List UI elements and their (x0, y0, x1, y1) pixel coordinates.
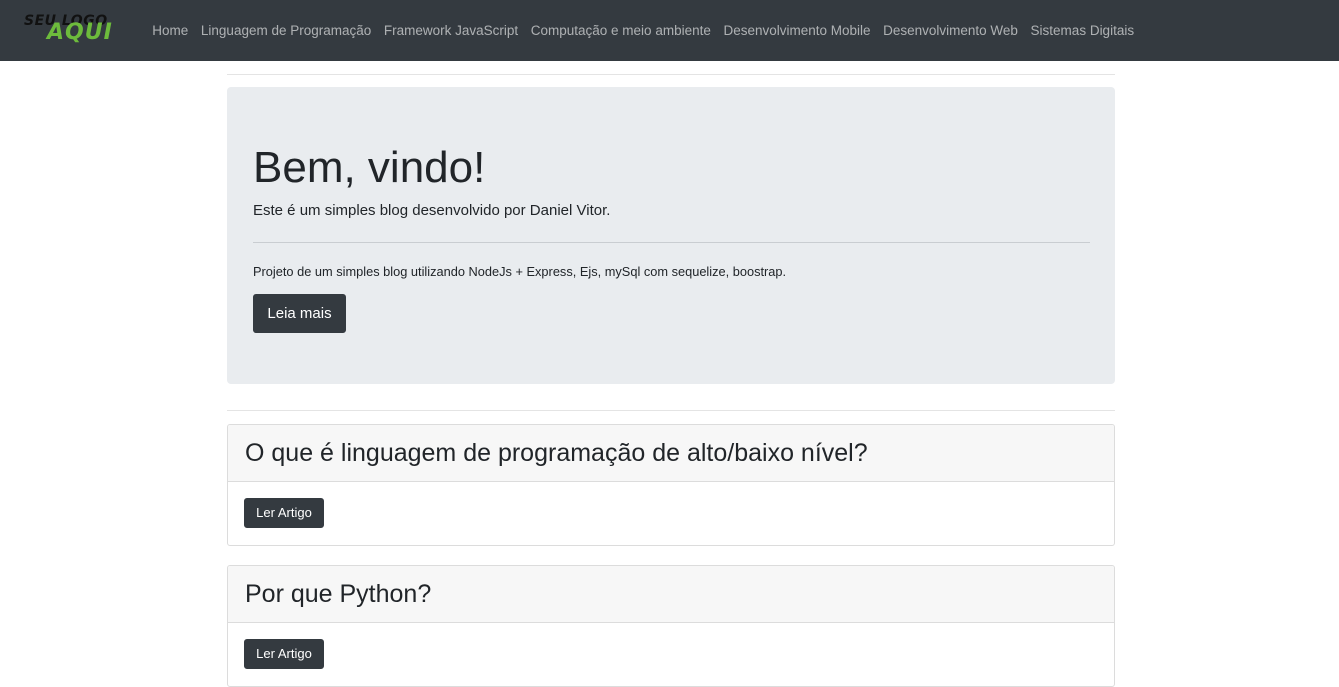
nav-link-sistemas-digitais[interactable]: Sistemas Digitais (1024, 23, 1140, 38)
top-divider (227, 74, 1115, 75)
logo-line-2: AQUI (47, 20, 113, 45)
article-title: Por que Python? (245, 579, 432, 608)
section-divider (227, 410, 1115, 411)
nav-link-computacao-meio-ambiente[interactable]: Computação e meio ambiente (524, 23, 717, 38)
nav-link-home[interactable]: Home (146, 23, 195, 38)
article-card: Por que Python? Ler Artigo (227, 565, 1115, 687)
read-article-button[interactable]: Ler Artigo (244, 639, 324, 669)
jumbotron-title: Bem, vindo! (253, 143, 486, 192)
jumbotron-lead: Este é um simples blog desenvolvido por … (253, 202, 611, 219)
article-card-body: Ler Artigo (228, 623, 1114, 685)
nav-link-desenvolvimento-web[interactable]: Desenvolvimento Web (877, 23, 1024, 38)
article-title: O que é linguagem de programação de alto… (245, 438, 868, 467)
nav-link-linguagem-programacao[interactable]: Linguagem de Programação (195, 23, 378, 38)
nav-link-desenvolvimento-mobile[interactable]: Desenvolvimento Mobile (717, 23, 877, 38)
navbar: SEU LOGO AQUI Home Linguagem de Programa… (0, 0, 1339, 61)
read-more-button[interactable]: Leia mais (253, 294, 346, 333)
jumbotron-text: Projeto de um simples blog utilizando No… (253, 264, 787, 279)
welcome-jumbotron: Bem, vindo! Este é um simples blog desen… (227, 87, 1115, 384)
article-card-header: Por que Python? (228, 566, 1114, 623)
article-card-body: Ler Artigo (228, 482, 1114, 544)
nav-links: Home Linguagem de Programação Framework … (146, 0, 1140, 61)
read-article-button[interactable]: Ler Artigo (244, 498, 324, 528)
site-logo[interactable]: SEU LOGO AQUI (22, 12, 126, 46)
article-card: O que é linguagem de programação de alto… (227, 424, 1115, 546)
nav-link-framework-javascript[interactable]: Framework JavaScript (378, 23, 525, 38)
jumbotron-divider (253, 242, 1090, 243)
article-card-header: O que é linguagem de programação de alto… (228, 425, 1114, 482)
